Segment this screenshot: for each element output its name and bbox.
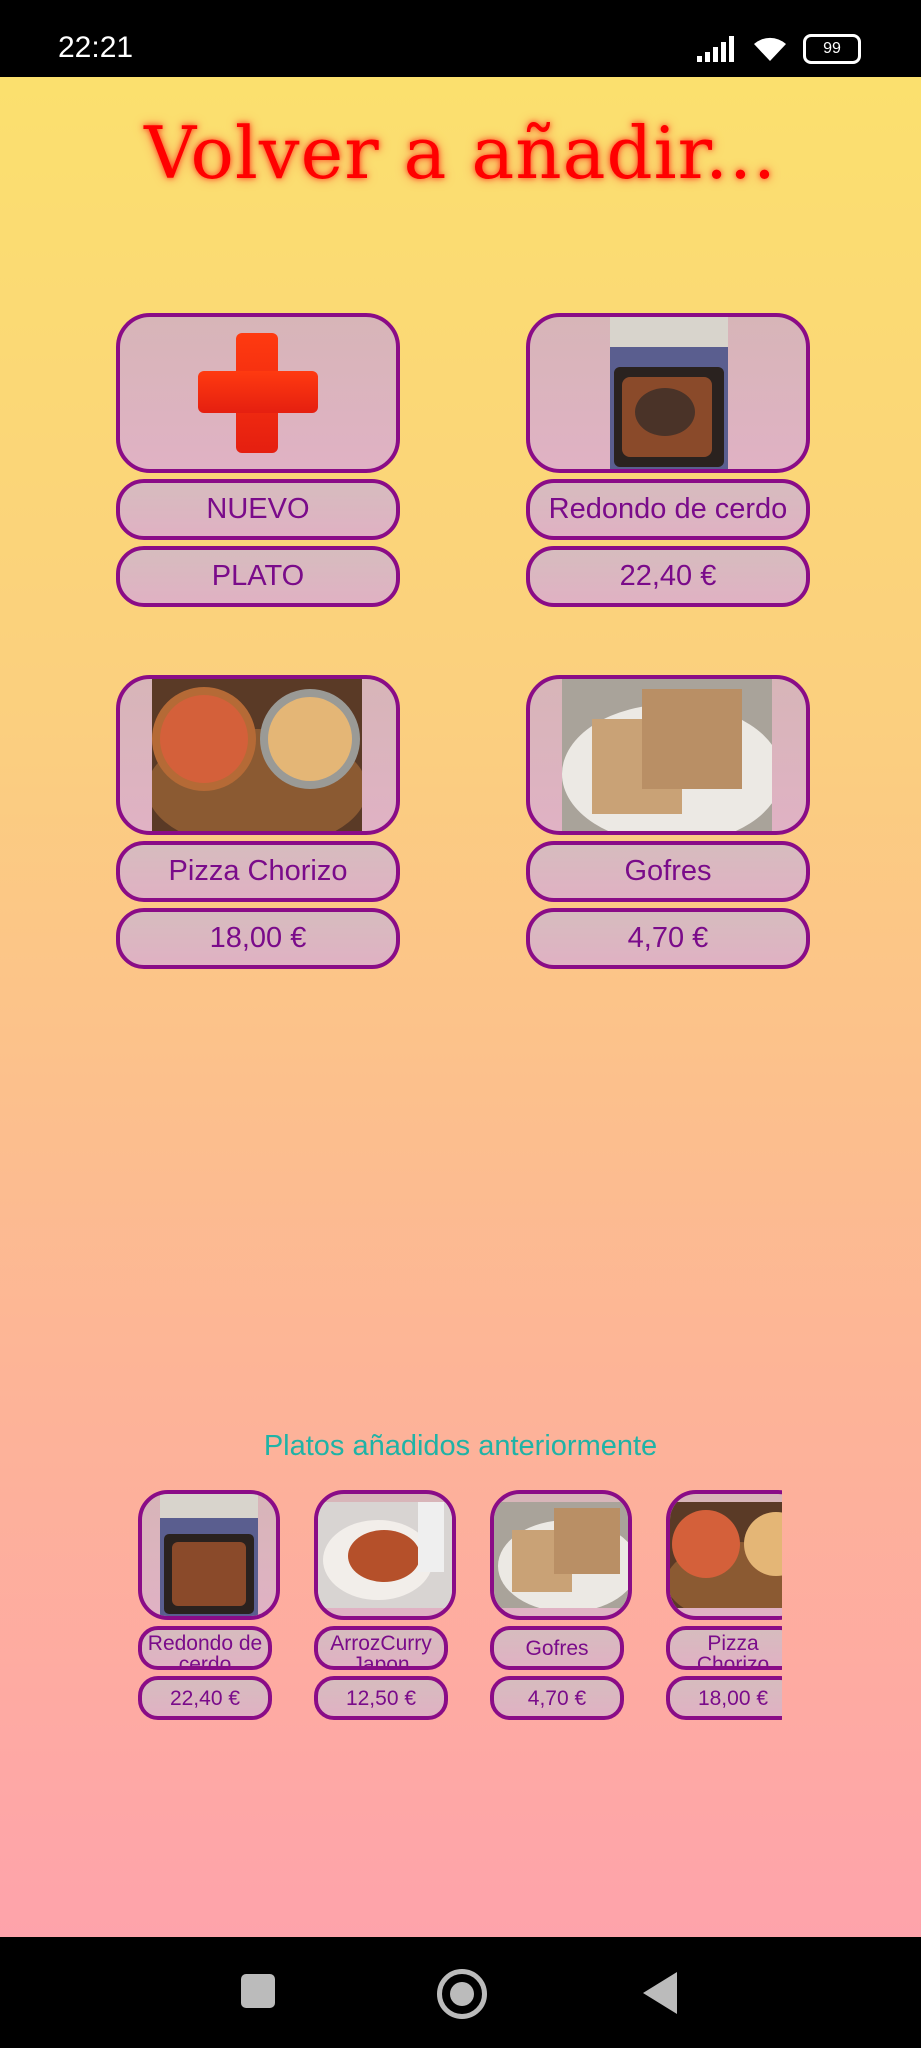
dish-image-button[interactable] xyxy=(116,675,400,835)
dish-price[interactable]: 18,00 € xyxy=(116,908,400,969)
mini-card[interactable]: Redondo de cerdo 22,40 € xyxy=(138,1490,280,1720)
new-dish-button[interactable] xyxy=(116,313,400,473)
signal-icon xyxy=(697,36,734,62)
mini-name[interactable]: Gofres xyxy=(490,1626,624,1670)
dish-image-button[interactable] xyxy=(526,675,810,835)
wifi-icon xyxy=(754,37,786,61)
dish-price[interactable]: 4,70 € xyxy=(526,908,810,969)
dish-name[interactable]: Gofres xyxy=(526,841,810,902)
battery-icon: 99 xyxy=(803,34,861,64)
mini-image-button[interactable] xyxy=(666,1490,782,1620)
mini-price[interactable]: 12,50 € xyxy=(314,1676,448,1720)
status-time: 22:21 xyxy=(58,31,134,64)
mini-card[interactable]: Pizza Chorizo 18,00 € xyxy=(666,1490,782,1720)
mini-name[interactable]: ArrozCurry Japon xyxy=(314,1626,448,1670)
dish-name[interactable]: Redondo de cerdo xyxy=(526,479,810,540)
status-bar: 22:21 99 xyxy=(0,0,921,77)
navigation-bar xyxy=(0,1937,921,2048)
mini-image-button[interactable] xyxy=(314,1490,456,1620)
mini-price[interactable]: 22,40 € xyxy=(138,1676,272,1720)
dish-photo xyxy=(152,679,362,831)
new-dish-label-2[interactable]: PLATO xyxy=(116,546,400,607)
add-cross-icon xyxy=(198,333,318,453)
mini-name[interactable]: Redondo de cerdo xyxy=(138,1626,272,1670)
dish-price[interactable]: 22,40 € xyxy=(526,546,810,607)
mini-card[interactable]: Gofres 4,70 € xyxy=(490,1490,632,1720)
dish-card-pizza[interactable]: Pizza Chorizo 18,00 € xyxy=(116,675,400,969)
nav-home-icon[interactable] xyxy=(437,1969,487,2019)
dish-card-redondo[interactable]: Redondo de cerdo 22,40 € xyxy=(526,313,810,607)
dish-image-button[interactable] xyxy=(526,313,810,473)
dish-photo xyxy=(494,1502,628,1608)
dish-photo xyxy=(562,679,772,831)
mini-price[interactable]: 18,00 € xyxy=(666,1676,782,1720)
dish-photo xyxy=(670,1502,782,1608)
previous-dishes-carousel[interactable]: Redondo de cerdo 22,40 € ArrozCurry Japo… xyxy=(130,1490,782,1740)
mini-card[interactable]: ArrozCurry Japon 12,50 € xyxy=(314,1490,456,1720)
mini-image-button[interactable] xyxy=(490,1490,632,1620)
dish-photo xyxy=(160,1494,258,1616)
new-dish-card[interactable]: NUEVO PLATO xyxy=(116,313,400,607)
mini-name[interactable]: Pizza Chorizo xyxy=(666,1626,782,1670)
new-dish-label-1[interactable]: NUEVO xyxy=(116,479,400,540)
mini-image-button[interactable] xyxy=(138,1490,280,1620)
page-title: Volver a añadir... xyxy=(144,111,777,195)
dish-photo xyxy=(610,317,728,469)
dish-photo xyxy=(318,1502,452,1608)
previous-dishes-label: Platos añadidos anteriormente xyxy=(263,1430,658,1462)
nav-back-icon[interactable] xyxy=(643,1972,677,2014)
status-icons: 99 xyxy=(697,34,861,64)
dish-card-gofres[interactable]: Gofres 4,70 € xyxy=(526,675,810,969)
dish-name[interactable]: Pizza Chorizo xyxy=(116,841,400,902)
mini-price[interactable]: 4,70 € xyxy=(490,1676,624,1720)
main-content: Volver a añadir... NUEVO PLATO Redondo d… xyxy=(0,77,921,1937)
nav-recents-icon[interactable] xyxy=(241,1974,275,2008)
